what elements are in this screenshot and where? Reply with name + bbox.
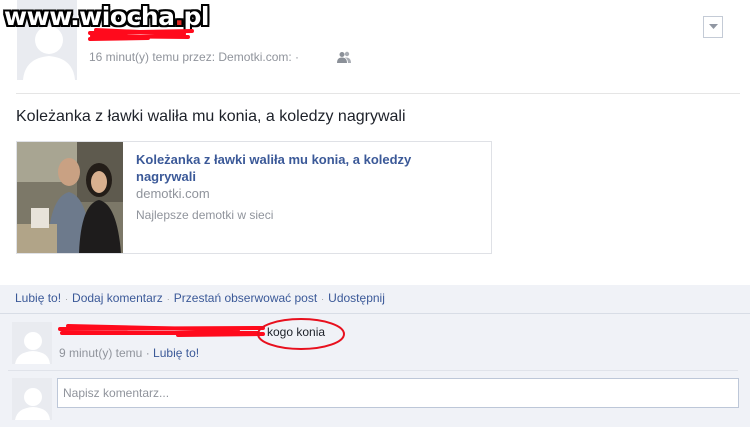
post-options-button[interactable]	[703, 16, 723, 38]
share-link[interactable]: Udostępnij	[328, 291, 385, 305]
highlight-circle	[257, 318, 345, 350]
comment-time: 9 minut(y) temu	[59, 346, 143, 360]
add-comment-link[interactable]: Dodaj komentarz	[72, 291, 163, 305]
chevron-down-icon	[708, 24, 718, 29]
header-divider	[16, 93, 740, 94]
post-meta: 16 minut(y) temu przez: Demotki.com: ·	[89, 50, 300, 64]
friends-icon[interactable]	[337, 51, 351, 63]
link-domain: demotki.com	[136, 186, 210, 201]
unfollow-post-link[interactable]: Przestań obserwować post	[174, 291, 317, 305]
link-description: Najlepsze demotki w sieci	[136, 208, 274, 222]
action-separator: ·	[166, 294, 170, 304]
redacted-name-scribble	[88, 28, 194, 41]
comment-input[interactable]	[57, 378, 739, 408]
comment-like-link[interactable]: Lubię to!	[153, 346, 199, 360]
comment-divider	[8, 370, 738, 371]
redacted-commenter-scribble	[58, 324, 265, 337]
action-separator: ·	[321, 294, 325, 304]
action-separator: ·	[65, 294, 69, 304]
current-user-avatar	[12, 378, 52, 420]
comment-meta: 9 minut(y) temu · Lubię to!	[59, 346, 199, 360]
like-link[interactable]: Lubię to!	[15, 291, 61, 305]
commenter-avatar[interactable]	[12, 322, 52, 364]
link-thumbnail[interactable]	[17, 142, 123, 253]
link-title[interactable]: Koleżanka z ławki waliła mu konia, a kol…	[136, 151, 466, 185]
post-actions: Lubię to! · Dodaj komentarz · Przestań obser…	[15, 291, 385, 305]
post-text: Koleżanka z ławki waliła mu konia, a kol…	[16, 108, 406, 125]
comment-meta-separator: ·	[145, 346, 150, 360]
actions-divider	[0, 313, 750, 314]
